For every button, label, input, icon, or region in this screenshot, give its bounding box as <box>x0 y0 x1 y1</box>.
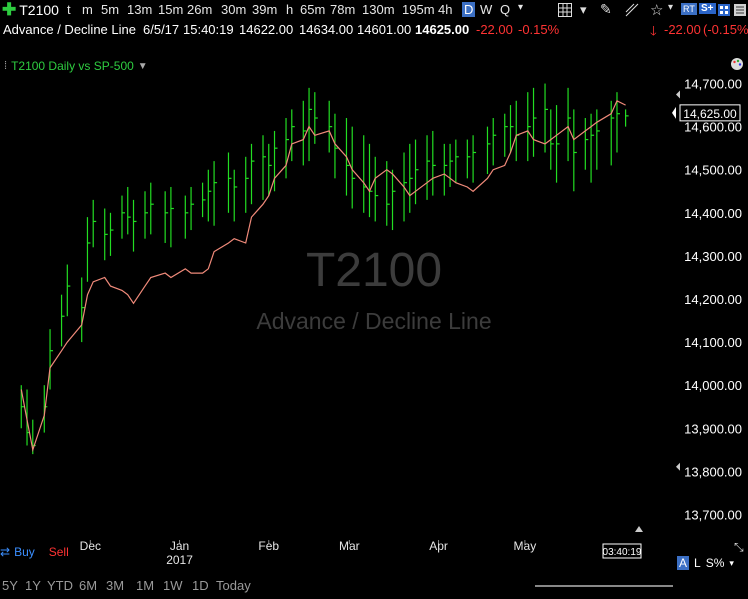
current-price-label: 14,625.00 <box>683 107 737 121</box>
price-axis-label: 14,400.00 <box>684 206 742 221</box>
range-bar: 5Y 1Y YTD 6M 3M 1M 1W 1D Today <box>0 578 748 599</box>
price-axis-label: 14,500.00 <box>684 163 742 178</box>
price-axis-label: 13,700.00 <box>684 507 742 522</box>
stack-icon[interactable] <box>734 3 746 21</box>
symbol-label[interactable]: T2100 <box>19 2 59 18</box>
timeframe-39m[interactable]: 39m <box>252 2 277 17</box>
trade-buttons: ⇄ Buy Sell <box>0 545 69 559</box>
scroll-up-icon <box>635 526 643 532</box>
symbol-selector[interactable]: ✚ T2100 <box>2 1 59 19</box>
timeframe-4h[interactable]: 4h <box>438 2 452 17</box>
add-symbol-icon[interactable]: ✚ <box>2 1 16 19</box>
range-1w[interactable]: 1W <box>163 578 183 593</box>
range-1d[interactable]: 1D <box>192 578 209 593</box>
close-value: 14625.00 <box>415 22 470 37</box>
price-axis-label: 14,600.00 <box>684 120 742 135</box>
timeframe-5m[interactable]: 5m <box>101 2 119 17</box>
watermark-symbol: T2100 <box>306 244 442 297</box>
x-axis-label: Jan <box>170 539 189 553</box>
sell-button[interactable]: Sell <box>49 545 69 559</box>
price-axis-label: 13,900.00 <box>684 421 742 436</box>
range-1m[interactable]: 1M <box>136 578 154 593</box>
s-plus-badge[interactable]: S+ <box>699 3 716 14</box>
bar-time: 15:40:19 <box>183 22 234 37</box>
timeframe-130m[interactable]: 130m <box>362 2 395 17</box>
scrollbar[interactable] <box>535 585 673 587</box>
timeframe-195m[interactable]: 195m <box>402 2 435 17</box>
log-scale-button[interactable]: L <box>694 556 701 570</box>
watermark-name: Advance / Decline Line <box>256 308 491 334</box>
change-value: -22.00 <box>476 22 513 37</box>
toolbar: ✚ T2100 t m 5m 13m 15m 26m 30m 39m h 65m 78m 130m 19… <box>0 0 748 22</box>
timeframe-h[interactable]: h <box>286 2 293 17</box>
instrument-name: Advance / Decline Line <box>3 22 136 37</box>
timeframe-Q[interactable]: Q <box>500 2 510 17</box>
scale-controls: A L S% ▾ <box>677 556 734 570</box>
timeframe-26m[interactable]: 26m <box>187 2 212 17</box>
price-axis-label: 13,800.00 <box>684 464 742 479</box>
buy-button[interactable]: Buy <box>14 545 35 559</box>
price-axis-label: 14,700.00 <box>684 77 742 92</box>
windows-icon[interactable] <box>718 3 730 21</box>
bar-date: 6/5/17 <box>143 22 180 37</box>
resize-icon[interactable]: ⤡ <box>734 540 744 555</box>
price-axis-label: 14,000.00 <box>684 378 742 393</box>
chevron-down-icon[interactable]: ▾ <box>518 2 523 13</box>
palette-icon[interactable] <box>730 57 744 76</box>
timeframe-65m[interactable]: 65m <box>300 2 325 17</box>
auto-scale-button[interactable]: A <box>677 556 690 570</box>
price-axis-label: 14,100.00 <box>684 335 742 350</box>
price-axis-label: 14,200.00 <box>684 292 742 307</box>
timeframe-t[interactable]: t <box>67 2 71 17</box>
open-value: 14622.00 <box>239 22 294 37</box>
chevron-down-icon[interactable]: ▼ <box>138 61 148 72</box>
study-legend[interactable]: ⁞ T2100 Daily vs SP-500 ▼ <box>0 58 148 74</box>
x-axis-label: Apr <box>429 539 448 553</box>
range-6m[interactable]: 6M <box>79 578 97 593</box>
trade-arrows-icon[interactable]: ⇄ <box>0 545 10 559</box>
timeframe-78m[interactable]: 78m <box>330 2 355 17</box>
price-chart[interactable]: T2100 Advance / Decline Line 14,700.00 14,6… <box>0 40 748 576</box>
current-price-marker-icon <box>672 106 676 119</box>
x-axis-label: Dec <box>80 539 101 553</box>
change-percent: -0.15% <box>518 22 560 37</box>
x-axis-label: Feb <box>258 539 279 553</box>
list-icon[interactable]: ▾ <box>580 2 587 18</box>
x-axis-year-label: 2017 <box>166 553 193 567</box>
range-3m[interactable]: 3M <box>106 578 124 593</box>
percent-scale-button[interactable]: S% <box>706 556 725 570</box>
timeframe-D[interactable]: D <box>462 2 476 17</box>
star-icon[interactable]: ☆ <box>650 1 663 19</box>
high-value: 14634.00 <box>299 22 354 37</box>
low-value: 14601.00 <box>357 22 412 37</box>
x-axis-label: May <box>514 539 537 553</box>
timeframe-30m[interactable]: 30m <box>221 2 246 17</box>
timeframe-m[interactable]: m <box>82 2 93 17</box>
timeframe-13m[interactable]: 13m <box>127 2 152 17</box>
range-today[interactable]: Today <box>216 578 251 593</box>
drawing-tools-icon[interactable] <box>625 3 639 22</box>
right-change-value: -22.00 <box>664 22 701 37</box>
rt-badge[interactable]: RT <box>681 3 697 15</box>
price-axis-label: 14,300.00 <box>684 249 742 264</box>
arrow-icon <box>676 462 680 471</box>
x-axis-label: Mar <box>339 539 360 553</box>
time-box-label: 03:40:19 <box>603 547 642 558</box>
range-1y[interactable]: 1Y <box>25 578 41 593</box>
chevron-down-icon[interactable]: ▾ <box>668 2 673 13</box>
grid-icon[interactable] <box>558 3 572 22</box>
drag-handle-icon[interactable]: ⁞ <box>4 60 7 72</box>
pencil-icon[interactable]: ✎ <box>600 1 612 18</box>
chevron-down-icon[interactable]: ▾ <box>729 558 734 569</box>
study-label[interactable]: T2100 Daily vs SP-500 <box>11 59 134 73</box>
right-change-percent: (-0.15%) <box>703 22 748 37</box>
timeframe-W[interactable]: W <box>480 2 492 17</box>
range-5y[interactable]: 5Y <box>2 578 18 593</box>
arrow-icon <box>676 90 680 99</box>
quote-info-row: Advance / Decline Line 6/5/17 15:40:19 1… <box>0 22 748 40</box>
range-ytd[interactable]: YTD <box>47 578 73 593</box>
timeframe-15m[interactable]: 15m <box>158 2 183 17</box>
